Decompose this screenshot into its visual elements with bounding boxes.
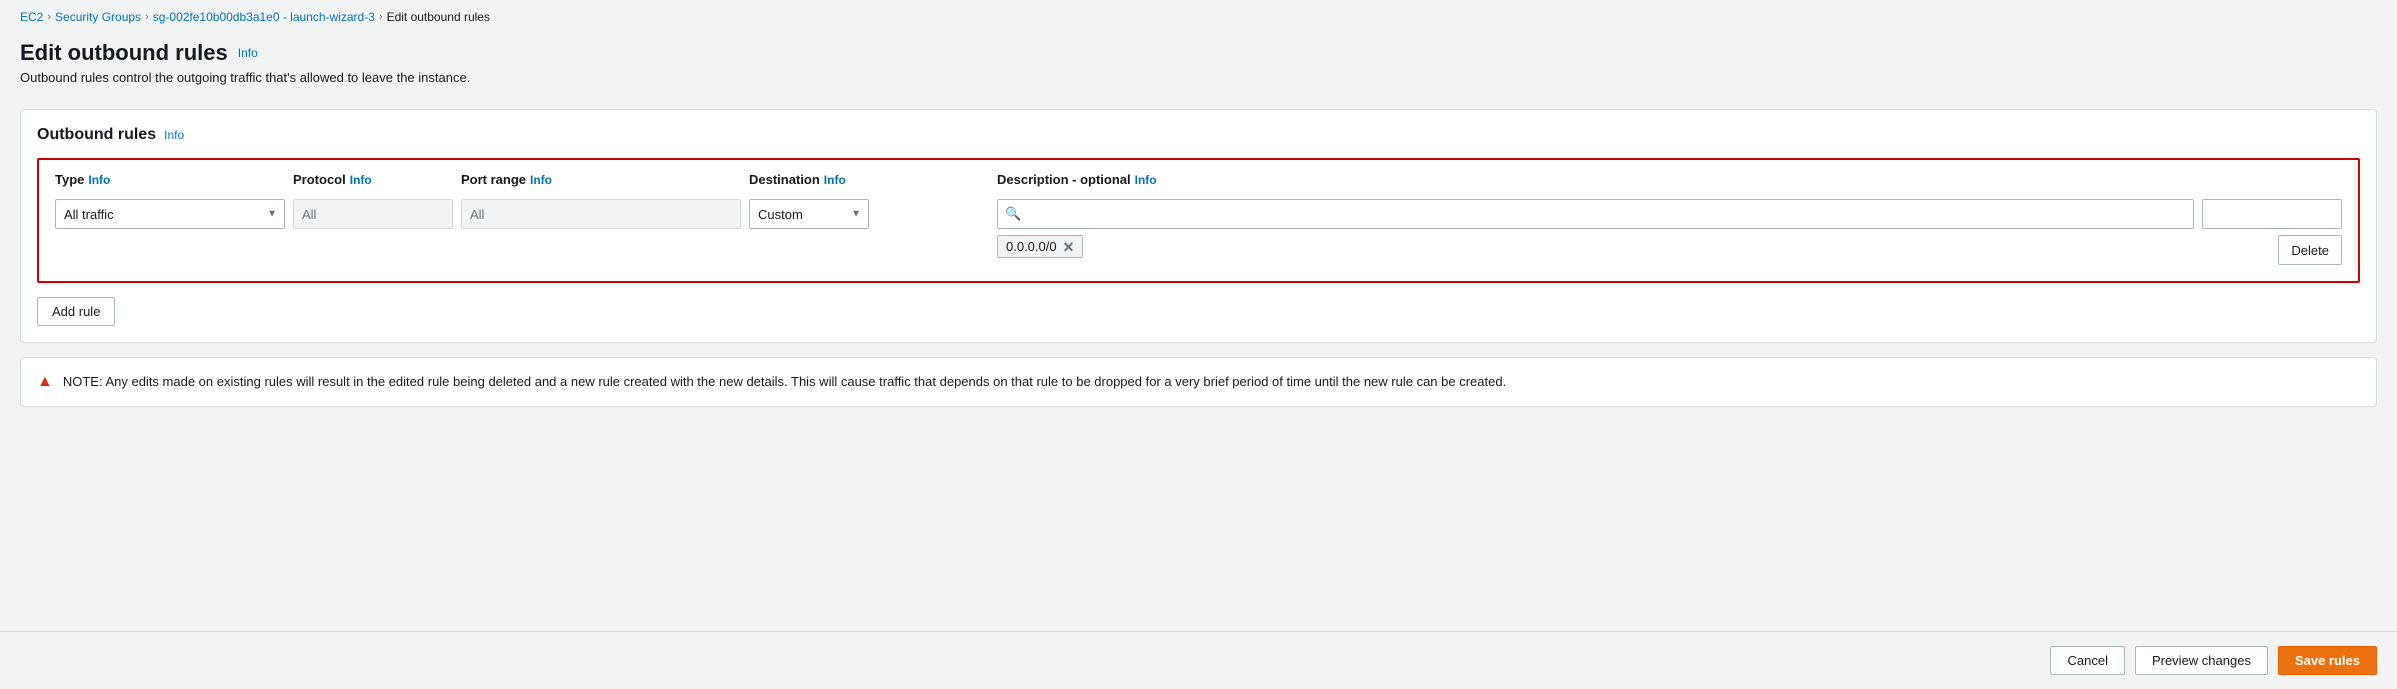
breadcrumb-sep-2: › [145, 11, 149, 23]
col-description-header: Description - optional Info [997, 172, 2194, 187]
cidr-tag: 0.0.0.0/0 ✕ [997, 235, 1083, 258]
description-cell: Delete [2202, 199, 2342, 265]
note-card: ▲ NOTE: Any edits made on existing rules… [20, 357, 2377, 407]
col-port-label: Port range [461, 172, 526, 187]
section-title: Outbound rules [37, 126, 156, 144]
note-text: NOTE: Any edits made on existing rules w… [63, 372, 1506, 392]
col-type-header: Type Info [55, 172, 285, 187]
protocol-input [293, 199, 453, 229]
col-destination-header: Destination Info [749, 172, 989, 187]
page-description: Outbound rules control the outgoing traf… [20, 70, 2377, 85]
delete-button[interactable]: Delete [2278, 235, 2342, 265]
outbound-rules-section: Outbound rules Info Type Info Protocol I… [20, 109, 2377, 343]
type-select[interactable]: All traffic Custom TCP Custom UDP Custom… [55, 199, 285, 229]
destination-select[interactable]: Custom Anywhere-IPv4 Anywhere-IPv6 My IP [749, 199, 869, 229]
col-description-info[interactable]: Info [1135, 173, 1157, 187]
breadcrumb-sep-1: › [47, 11, 51, 23]
breadcrumb-ec2[interactable]: EC2 [20, 10, 43, 24]
col-destination-info[interactable]: Info [824, 173, 846, 187]
warning-icon: ▲ [37, 373, 53, 391]
search-input[interactable] [997, 199, 2194, 229]
breadcrumb: EC2 › Security Groups › sg-002fe10b00db3… [0, 0, 2397, 30]
col-port-info[interactable]: Info [530, 173, 552, 187]
destination-cell: Custom Anywhere-IPv4 Anywhere-IPv6 My IP… [749, 199, 989, 229]
save-rules-button[interactable]: Save rules [2278, 646, 2377, 675]
col-protocol-header: Protocol Info [293, 172, 453, 187]
col-protocol-info[interactable]: Info [350, 173, 372, 187]
col-action-header [2202, 172, 2342, 187]
col-protocol-label: Protocol [293, 172, 346, 187]
col-type-info[interactable]: Info [88, 173, 110, 187]
footer-actions: Cancel Preview changes Save rules [0, 631, 2397, 689]
protocol-cell [293, 199, 453, 229]
breadcrumb-security-groups[interactable]: Security Groups [55, 10, 141, 24]
port-range-cell [461, 199, 741, 229]
page-header: Edit outbound rules Info Outbound rules … [0, 30, 2397, 99]
destination-select-wrapper: Custom Anywhere-IPv4 Anywhere-IPv6 My IP… [749, 199, 869, 229]
search-cidr-cell: 🔍 0.0.0.0/0 ✕ [997, 199, 2194, 258]
section-header: Outbound rules Info [37, 126, 2360, 144]
rules-table: Type Info Protocol Info Port range Info … [37, 158, 2360, 283]
breadcrumb-sg-id[interactable]: sg-002fe10b00db3a1e0 - launch-wizard-3 [153, 10, 375, 24]
type-select-wrapper: All traffic Custom TCP Custom UDP Custom… [55, 199, 285, 229]
port-range-input [461, 199, 741, 229]
col-type-label: Type [55, 172, 84, 187]
destination-select-row: Custom Anywhere-IPv4 Anywhere-IPv6 My IP… [749, 199, 989, 229]
cancel-button[interactable]: Cancel [2050, 646, 2124, 675]
page-info-link[interactable]: Info [238, 46, 258, 60]
section-info-link[interactable]: Info [164, 128, 184, 142]
page-title: Edit outbound rules [20, 40, 228, 66]
col-destination-label: Destination [749, 172, 820, 187]
cidr-value: 0.0.0.0/0 [1006, 239, 1057, 254]
breadcrumb-sep-3: › [379, 11, 383, 23]
cidr-tag-close-icon[interactable]: ✕ [1063, 240, 1075, 254]
table-header-row: Type Info Protocol Info Port range Info … [51, 172, 2346, 187]
description-input[interactable] [2202, 199, 2342, 229]
col-description-label: Description - optional [997, 172, 1131, 187]
search-wrapper: 🔍 [997, 199, 2194, 229]
main-content: Outbound rules Info Type Info Protocol I… [0, 99, 2397, 631]
preview-changes-button[interactable]: Preview changes [2135, 646, 2268, 675]
breadcrumb-current: Edit outbound rules [387, 10, 490, 24]
col-port-header: Port range Info [461, 172, 741, 187]
add-rule-button[interactable]: Add rule [37, 297, 115, 326]
table-row: All traffic Custom TCP Custom UDP Custom… [51, 195, 2346, 269]
